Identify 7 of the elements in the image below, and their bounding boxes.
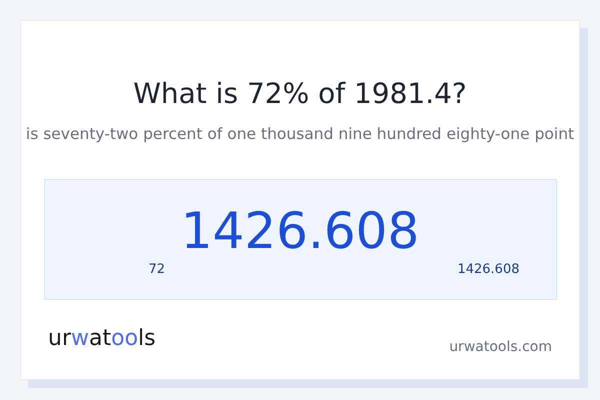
result-value: 1426.608: [180, 202, 420, 260]
subtitle: is seventy-two percent of one thousand nine hundred eighty-one point: [26, 124, 574, 145]
result-small: 1426.608: [457, 261, 520, 279]
site-url: urwatools.com: [449, 338, 552, 357]
page-title: What is 72% of 1981.4?: [133, 77, 467, 111]
percent-value: 72: [148, 261, 166, 279]
logo: urwatools: [48, 326, 156, 352]
